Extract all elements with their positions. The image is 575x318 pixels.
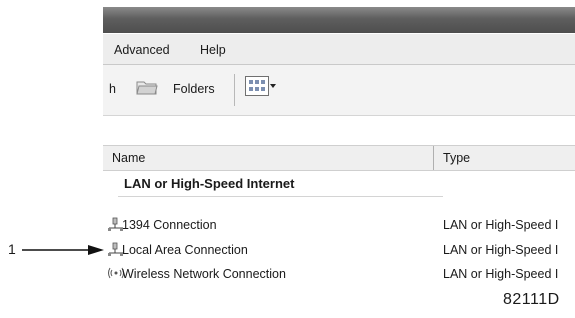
- callout-number: 1: [8, 241, 16, 257]
- toolbar-separator: [234, 74, 235, 106]
- connection-name: Local Area Connection: [122, 243, 248, 257]
- menu-help-label: Help: [200, 43, 226, 57]
- list-item[interactable]: Local Area Connection LAN or High-Speed …: [103, 241, 575, 259]
- views-button[interactable]: [245, 76, 276, 100]
- connection-name: 1394 Connection: [122, 218, 217, 232]
- connection-type: LAN or High-Speed I: [443, 267, 559, 281]
- column-divider[interactable]: [433, 146, 434, 170]
- column-header-type[interactable]: Type: [443, 151, 470, 165]
- connection-name: Wireless Network Connection: [122, 267, 286, 281]
- menu-help[interactable]: Help: [200, 43, 226, 57]
- column-header-name[interactable]: Name: [112, 151, 145, 165]
- group-divider: [118, 196, 443, 197]
- folder-icon[interactable]: [136, 78, 158, 96]
- list-item[interactable]: Wireless Network Connection LAN or High-…: [103, 265, 575, 283]
- menu-bar: Advanced Help: [103, 34, 575, 65]
- folders-button[interactable]: Folders: [173, 82, 215, 96]
- menu-advanced[interactable]: Advanced: [114, 43, 170, 57]
- menu-advanced-label: Advanced: [114, 43, 170, 57]
- chevron-down-icon: [270, 84, 276, 88]
- connection-type: LAN or High-Speed I: [443, 243, 559, 257]
- connection-type: LAN or High-Speed I: [443, 218, 559, 232]
- toolbar-search-partial-label[interactable]: h: [109, 82, 116, 96]
- window-title-bar[interactable]: [103, 7, 575, 33]
- views-icon: [245, 76, 269, 96]
- list-header: Name Type: [103, 145, 575, 171]
- group-heading: LAN or High-Speed Internet: [124, 176, 295, 191]
- list-item[interactable]: 1394 Connection LAN or High-Speed I: [103, 216, 575, 234]
- toolbar: h Folders: [103, 65, 575, 116]
- callout-arrow-icon: [22, 245, 104, 255]
- figure-id: 82111D: [503, 291, 560, 308]
